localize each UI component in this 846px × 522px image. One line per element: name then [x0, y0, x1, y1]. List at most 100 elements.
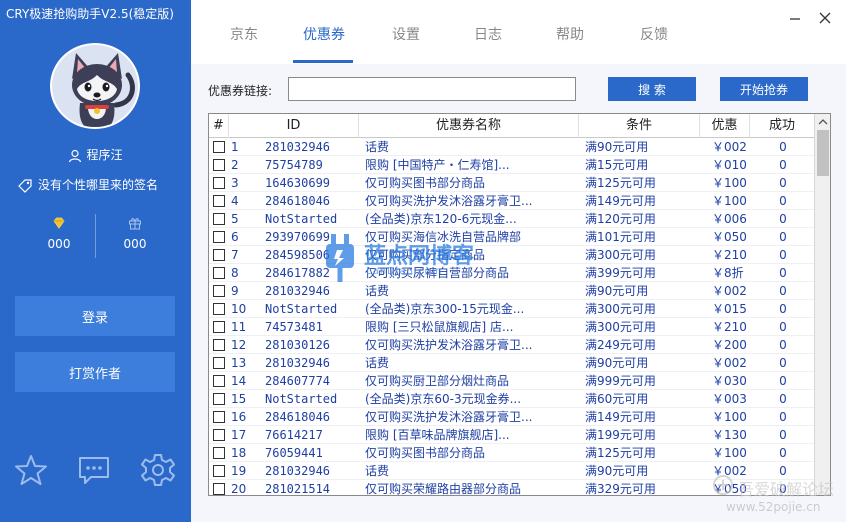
table-row[interactable]: 3 164630699 仅可购买图书部分商品 满125元可用 ￥100 0: [209, 174, 814, 192]
row-checkbox[interactable]: [213, 195, 225, 207]
row-checkbox[interactable]: [213, 177, 225, 189]
row-checkbox[interactable]: [213, 213, 225, 225]
row-number: 12: [231, 338, 247, 352]
row-discount: ￥006: [712, 212, 747, 226]
tab-help[interactable]: 帮助: [556, 24, 584, 44]
row-number: 8: [231, 266, 239, 280]
header-discount[interactable]: 优惠: [700, 114, 750, 138]
row-coupon-id: 281032946: [265, 140, 331, 154]
table-row[interactable]: 18 76059441 仅可购买图书部分商品 满125元可用 ￥100 0: [209, 444, 814, 462]
tab-jd[interactable]: 京东: [230, 24, 258, 44]
scroll-up-icon[interactable]: [815, 114, 831, 130]
row-coupon-name: 限购 [百草味品牌旗舰店]...: [365, 428, 510, 442]
header-id[interactable]: ID: [229, 114, 359, 138]
row-discount: ￥200: [712, 338, 747, 352]
coupon-table: # ID 优惠券名称 条件 优惠 成功 1 281032946 话费 满90元可用 ￥0…: [208, 113, 831, 496]
tab-log[interactable]: 日志: [474, 24, 502, 44]
minimize-icon[interactable]: [787, 10, 803, 26]
row-discount: ￥210: [712, 248, 747, 262]
row-condition: 满199元可用: [585, 428, 656, 442]
row-coupon-id: 75754789: [265, 158, 323, 172]
row-checkbox[interactable]: [213, 375, 225, 387]
row-number: 19: [231, 464, 247, 478]
row-checkbox[interactable]: [213, 267, 225, 279]
tab-settings[interactable]: 设置: [392, 24, 420, 44]
gear-icon[interactable]: [141, 453, 175, 487]
corner-watermark-url: www.52pojie.cn: [726, 500, 821, 514]
start-grab-coupon-button[interactable]: 开始抢券: [720, 77, 808, 101]
row-condition: 满90元可用: [585, 140, 649, 154]
row-coupon-id: 164630699: [265, 176, 331, 190]
table-row[interactable]: 16 284618046 仅可购买洗护发沐浴露牙膏卫... 满149元可用 ￥100 0: [209, 408, 814, 426]
header-success[interactable]: 成功: [750, 114, 814, 138]
row-checkbox[interactable]: [213, 411, 225, 423]
tab-coupon[interactable]: 优惠券: [303, 24, 345, 44]
row-coupon-id: NotStarted: [265, 392, 338, 406]
table-row[interactable]: 11 74573481 限购 [三只松鼠旗舰店] 店... 满300元可用 ￥210 0: [209, 318, 814, 336]
forum-logo-icon: [713, 475, 733, 495]
row-condition: 满999元可用: [585, 374, 656, 388]
row-success-count: 0: [779, 212, 787, 226]
row-condition: 满329元可用: [585, 482, 656, 496]
vertical-scrollbar[interactable]: [814, 114, 831, 495]
tab-feedback[interactable]: 反馈: [640, 24, 668, 44]
diamond-stat: 000: [24, 216, 94, 251]
row-checkbox[interactable]: [213, 447, 225, 459]
row-success-count: 0: [779, 392, 787, 406]
row-checkbox[interactable]: [213, 231, 225, 243]
row-checkbox[interactable]: [213, 303, 225, 315]
row-checkbox[interactable]: [213, 357, 225, 369]
row-number: 15: [231, 392, 247, 406]
row-condition: 满249元可用: [585, 338, 656, 352]
row-number: 18: [231, 446, 247, 460]
row-discount: ￥002: [712, 356, 747, 370]
login-button[interactable]: 登录: [15, 296, 175, 336]
row-number: 16: [231, 410, 247, 424]
table-row[interactable]: 2 75754789 限购 [中国特产・仁寿馆]... 满15元可用 ￥010 0: [209, 156, 814, 174]
table-row[interactable]: 13 281032946 话费 满90元可用 ￥002 0: [209, 354, 814, 372]
row-checkbox[interactable]: [213, 465, 225, 477]
row-coupon-id: 76059441: [265, 446, 323, 460]
row-discount: ￥100: [712, 176, 747, 190]
row-condition: 满90元可用: [585, 464, 649, 478]
table-row[interactable]: 15 NotStarted (全品类)京东60-3元现金券... 满60元可用 ￥003…: [209, 390, 814, 408]
row-checkbox[interactable]: [213, 483, 225, 495]
table-row[interactable]: 10 NotStarted (全品类)京东300-15元现金... 满300元可用 ￥0…: [209, 300, 814, 318]
watermark-domain: LanDian.com: [366, 266, 443, 277]
row-checkbox[interactable]: [213, 339, 225, 351]
row-checkbox[interactable]: [213, 249, 225, 261]
chat-icon[interactable]: [77, 453, 111, 487]
row-coupon-id: 281030126: [265, 338, 331, 352]
table-row[interactable]: 5 NotStarted (全品类)京东120-6元现金... 满120元可用 ￥006…: [209, 210, 814, 228]
table-row[interactable]: 4 284618046 仅可购买洗护发沐浴露牙膏卫... 满149元可用 ￥100 0: [209, 192, 814, 210]
row-coupon-name: (全品类)京东60-3元现金券...: [365, 392, 522, 406]
row-checkbox[interactable]: [213, 141, 225, 153]
diamond-icon: [53, 217, 65, 229]
row-checkbox[interactable]: [213, 393, 225, 405]
search-button[interactable]: 搜 索: [608, 77, 696, 101]
table-row[interactable]: 17 76614217 限购 [百草味品牌旗舰店]... 满199元可用 ￥130 0: [209, 426, 814, 444]
row-checkbox[interactable]: [213, 159, 225, 171]
row-checkbox[interactable]: [213, 429, 225, 441]
reward-author-button[interactable]: 打赏作者: [15, 352, 175, 392]
husky-avatar-image: [54, 45, 138, 127]
header-coupon-name[interactable]: 优惠券名称: [359, 114, 579, 138]
row-checkbox[interactable]: [213, 285, 225, 297]
table-row[interactable]: 12 281030126 仅可购买洗护发沐浴露牙膏卫... 满249元可用 ￥200 0: [209, 336, 814, 354]
star-icon[interactable]: [14, 453, 48, 487]
row-number: 9: [231, 284, 239, 298]
table-row[interactable]: 1 281032946 话费 满90元可用 ￥002 0: [209, 138, 814, 156]
scroll-thumb[interactable]: [817, 130, 829, 176]
row-success-count: 0: [779, 302, 787, 316]
table-row[interactable]: 14 284607774 仅可购买厨卫部分烟灶商品 满999元可用 ￥030 0: [209, 372, 814, 390]
row-checkbox[interactable]: [213, 321, 225, 333]
row-success-count: 0: [779, 230, 787, 244]
row-condition: 满125元可用: [585, 446, 656, 460]
avatar[interactable]: [50, 43, 140, 129]
header-num[interactable]: #: [209, 114, 229, 138]
close-icon[interactable]: [817, 10, 833, 26]
row-number: 11: [231, 320, 247, 334]
coupon-url-input[interactable]: [288, 77, 576, 101]
row-condition: 满15元可用: [585, 158, 649, 172]
header-condition[interactable]: 条件: [579, 114, 700, 138]
